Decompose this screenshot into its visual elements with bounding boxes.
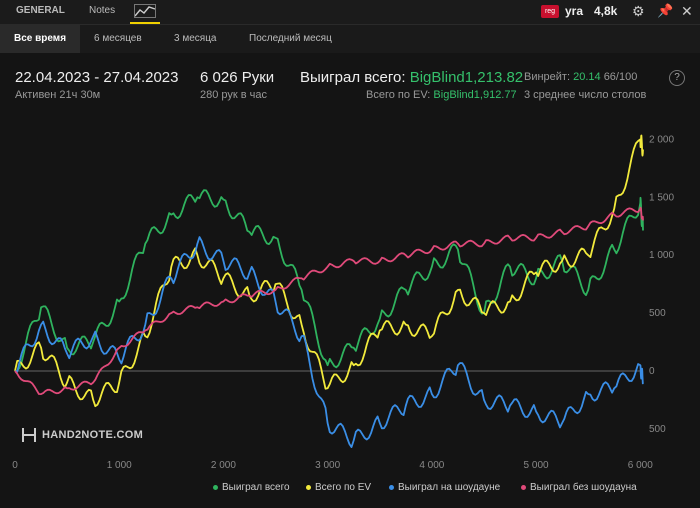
chart-icon [134,4,156,18]
period-6-months[interactable]: 6 месяцев [80,25,156,53]
site-badge: reg [541,5,559,18]
period-bar: Все время 6 месяцев 3 месяца Последний м… [0,25,700,53]
legend-label: Выиграл без шоудауна [530,482,637,493]
winrate-label: Винрейт: [524,71,571,83]
tab-graph[interactable] [130,0,160,24]
ev-total: Всего по EV: BigBlind1,912.77 [366,89,517,101]
legend-item-ev[interactable]: Всего по EV [306,482,371,496]
x-tick-label: 1 000 [107,460,132,471]
tab-active-indicator [130,22,160,24]
x-tick-label: 2 000 [211,460,236,471]
won-total: Выиграл всего: BigBlind1,213.82 [300,69,523,86]
logo-text: HAND2NOTE.COM [42,428,144,441]
tab-notes[interactable]: Notes [89,0,115,24]
legend-label: Выиграл всего [222,482,290,493]
winrate-value: 20.14 [573,71,601,83]
player-name: yra [565,4,584,18]
x-tick-label: 0 [12,460,18,471]
y-tick-label: 1 500 [649,192,674,203]
help-icon[interactable]: ? [669,70,685,86]
period-all-time[interactable]: Все время [0,25,81,53]
period-last-month[interactable]: Последний месяц [235,25,346,53]
x-tick-label: 3 000 [315,460,340,471]
legend-item-won-total[interactable]: Выиграл всего [213,482,290,496]
period-3-months[interactable]: 3 месяца [160,25,230,53]
hands-count: 4,8k [594,4,618,18]
y-tick-label: 500 [649,424,666,435]
hands-per-hour: 280 рук в час [200,89,268,101]
legend-dot-icon [213,484,218,490]
y-tick-label: 0 [649,366,655,377]
winrate: Винрейт: 20.14 66/100 [524,71,637,83]
grid [15,122,643,452]
top-bar: GENERAL Notes reg yra 4,8k ⚙ 📌 ✕ [0,0,700,25]
y-tick-label: 2 000 [649,134,674,145]
ev-value: BigBlind1,912.77 [433,89,517,101]
legend-dot-icon [521,484,526,490]
logo-icon [22,428,36,442]
x-tick-label: 4 000 [419,460,444,471]
hands-total: 6 026 Руки [200,69,275,86]
ev-label: Всего по EV: [366,89,431,101]
x-tick-label: 6 000 [628,460,653,471]
tab-general[interactable]: GENERAL [16,0,65,24]
active-time: Активен 21ч 30м [15,89,101,101]
legend-label: Всего по EV [315,482,372,493]
date-range: 22.04.2023 - 27.04.2023 [15,69,179,86]
pin-icon[interactable]: 📌 [657,0,673,24]
graph-area: 2 000 1 500 1 000 500 0 500 0 1 000 2 000 3 000 4 … [12,122,674,471]
plot-background [15,122,643,452]
brand-logo: HAND2NOTE.COM [22,428,143,442]
won-total-label: Выиграл всего: [300,69,406,86]
legend-dot-icon [389,484,394,490]
avg-tables: 3 среднее число столов [524,89,647,101]
won-total-value: BigBlind1,213.82 [409,69,524,86]
legend-dot-icon [306,484,311,490]
legend-label: Выиграл на шоудауне [398,482,501,493]
legend-item-non-showdown[interactable]: Выиграл без шоудауна [521,482,637,496]
close-icon[interactable]: ✕ [681,0,693,24]
gear-icon[interactable]: ⚙ [632,0,645,24]
x-tick-label: 5 000 [524,460,549,471]
winrate-ratio: 66/100 [603,71,638,83]
y-tick-label: 500 [649,308,666,319]
legend-item-showdown[interactable]: Выиграл на шоудауне [389,482,500,496]
y-tick-label: 1 000 [649,250,674,261]
